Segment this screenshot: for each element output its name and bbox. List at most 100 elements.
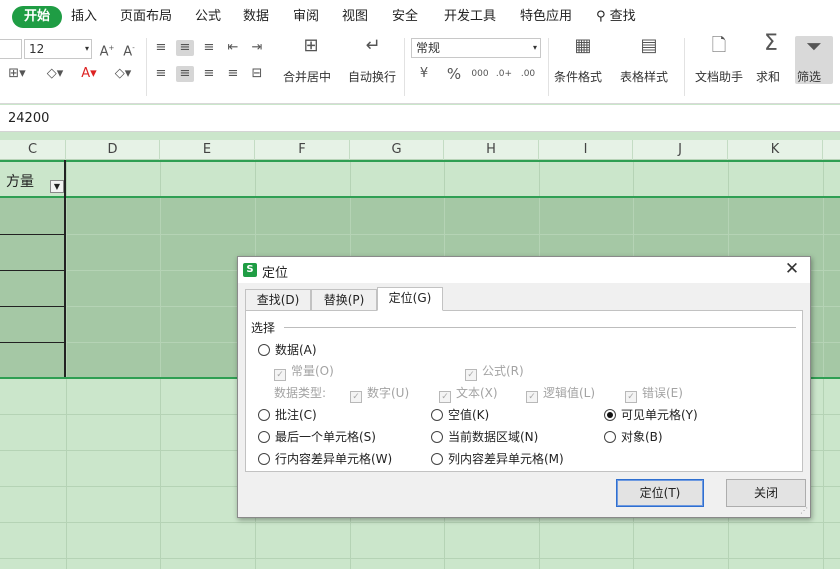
radio-icon <box>258 453 270 465</box>
tab-page-layout[interactable]: 页面布局 <box>120 6 172 28</box>
radio-icon <box>604 431 616 443</box>
formula-value: 24200 <box>8 111 50 126</box>
align-middle-icon[interactable]: ≡ <box>176 40 194 56</box>
number-format-select[interactable]: 常规 ▾ <box>411 38 541 58</box>
thousands-icon[interactable]: 000 <box>470 66 490 82</box>
align-left-icon[interactable]: ≡ <box>152 66 170 82</box>
justify-icon[interactable]: ≡ <box>224 66 242 82</box>
tab-security[interactable]: 安全 <box>392 6 418 28</box>
tab-insert[interactable]: 插入 <box>71 6 97 28</box>
tab-data[interactable]: 数据 <box>243 6 269 28</box>
radio-last-cell-label: 最后一个单元格(S) <box>275 430 376 444</box>
radio-data[interactable]: 数据(A) <box>258 342 317 358</box>
search-menu[interactable]: ⚲ 查找 <box>596 6 636 28</box>
radio-last-cell[interactable]: 最后一个单元格(S) <box>258 429 376 445</box>
checkbox-icon: ✓ <box>350 391 362 403</box>
sum-button[interactable]: 求和 <box>756 68 780 85</box>
checkbox-icon: ✓ <box>439 391 451 403</box>
radio-icon <box>258 344 270 356</box>
table-style-icon[interactable]: ▤ <box>636 37 662 55</box>
radio-object-label: 对象(B) <box>621 430 663 444</box>
merge-center-icon[interactable]: ⊞ <box>298 37 324 55</box>
tab-view[interactable]: 视图 <box>342 6 368 28</box>
distribute-icon[interactable]: ⊟ <box>248 66 266 82</box>
font-color-icon[interactable]: A▾ <box>76 66 102 82</box>
radio-comment[interactable]: 批注(C) <box>258 407 317 423</box>
doc-helper-icon[interactable]: 🗋 <box>706 37 732 55</box>
tab-start[interactable]: 开始 <box>12 6 63 28</box>
increase-decimal-icon[interactable]: .0+ <box>494 66 514 82</box>
font-name-box[interactable] <box>0 39 22 59</box>
close-icon[interactable]: ✕ <box>782 259 802 279</box>
wrap-text-button[interactable]: 自动换行 <box>348 68 396 85</box>
filter-button[interactable]: ⏷ 筛选 <box>795 36 833 84</box>
search-icon: ⚲ <box>596 9 606 24</box>
row-border <box>0 160 840 162</box>
radio-current-region[interactable]: 当前数据区域(N) <box>431 429 538 445</box>
radio-selected-icon <box>604 409 616 421</box>
filter-dropdown-icon[interactable]: ▼ <box>50 180 64 193</box>
dialog-titlebar[interactable]: S 定位 ✕ <box>238 257 810 283</box>
align-center-icon[interactable]: ≡ <box>176 66 194 82</box>
doc-helper-button[interactable]: 文档助手 <box>695 68 743 85</box>
radio-col-diff[interactable]: 列内容差异单元格(M) <box>431 451 564 467</box>
col-c-selection <box>0 198 66 377</box>
col-header-k[interactable]: K <box>728 140 823 160</box>
percent-icon[interactable]: % <box>444 66 464 82</box>
radio-row-diff[interactable]: 行内容差异单元格(W) <box>258 451 392 467</box>
merge-center-button[interactable]: 合并居中 <box>283 68 331 85</box>
align-top-icon[interactable]: ≡ <box>152 40 170 56</box>
tab-review[interactable]: 审阅 <box>293 6 319 28</box>
group-label: 选择 <box>251 321 276 335</box>
sum-icon[interactable]: Σ <box>758 33 784 55</box>
col-header-c[interactable]: C <box>0 140 66 160</box>
radio-icon <box>431 431 443 443</box>
eraser-icon[interactable]: ◇▾ <box>108 66 138 82</box>
border-icon[interactable]: ⊞▾ <box>2 66 32 82</box>
col-header-g[interactable]: G <box>350 140 444 160</box>
radio-object[interactable]: 对象(B) <box>604 429 663 445</box>
data-type-label: 数据类型: <box>274 386 327 400</box>
fill-color-icon[interactable]: ◇▾ <box>40 66 70 82</box>
tab-special[interactable]: 特色应用 <box>520 6 572 28</box>
col-header-f[interactable]: F <box>255 140 350 160</box>
conditional-format-button[interactable]: 条件格式 <box>554 68 602 85</box>
col-header-e[interactable]: E <box>160 140 255 160</box>
close-button[interactable]: 关闭 <box>726 479 806 507</box>
decrease-font-icon[interactable]: A- <box>120 40 138 60</box>
radio-icon <box>258 431 270 443</box>
radio-visible-cells[interactable]: 可见单元格(Y) <box>604 407 698 423</box>
checkbox-icon: ✓ <box>465 369 477 381</box>
tab-formula[interactable]: 公式 <box>195 6 221 28</box>
col-header-d[interactable]: D <box>66 140 160 160</box>
check-number: ✓ 数字(U) <box>350 385 409 403</box>
font-size-box[interactable]: 12 ▾ <box>24 39 92 59</box>
group-divider <box>284 327 796 328</box>
tab-replace[interactable]: 替换(P) <box>311 289 377 311</box>
increase-font-icon[interactable]: A+ <box>98 40 116 60</box>
tab-find[interactable]: 查找(D) <box>245 289 311 311</box>
col-header-i[interactable]: I <box>539 140 633 160</box>
radio-blank[interactable]: 空值(K) <box>431 407 489 423</box>
cell-c1[interactable]: 方量 <box>6 171 34 191</box>
currency-icon[interactable]: ¥ <box>414 66 434 82</box>
tab-developer[interactable]: 开发工具 <box>444 6 496 28</box>
wrap-text-icon[interactable]: ↵ <box>360 37 386 55</box>
check-text: ✓ 文本(X) <box>439 385 498 403</box>
checkbox-icon: ✓ <box>526 391 538 403</box>
table-style-button[interactable]: 表格样式 <box>620 68 668 85</box>
tab-goto[interactable]: 定位(G) <box>377 287 443 311</box>
conditional-format-icon[interactable]: ▦ <box>570 37 596 55</box>
col-header-j[interactable]: J <box>633 140 728 160</box>
align-bottom-icon[interactable]: ≡ <box>200 40 218 56</box>
indent-increase-icon[interactable]: ⇥ <box>248 40 266 56</box>
formula-bar[interactable]: 24200 <box>0 105 840 132</box>
col-header-h[interactable]: H <box>444 140 539 160</box>
radio-icon <box>431 453 443 465</box>
resize-grip-icon[interactable]: ⋰ <box>800 507 808 515</box>
indent-decrease-icon[interactable]: ⇤ <box>224 40 242 56</box>
goto-button[interactable]: 定位(T) <box>616 479 704 507</box>
radio-icon <box>431 409 443 421</box>
decrease-decimal-icon[interactable]: .00 <box>518 66 538 82</box>
align-right-icon[interactable]: ≡ <box>200 66 218 82</box>
